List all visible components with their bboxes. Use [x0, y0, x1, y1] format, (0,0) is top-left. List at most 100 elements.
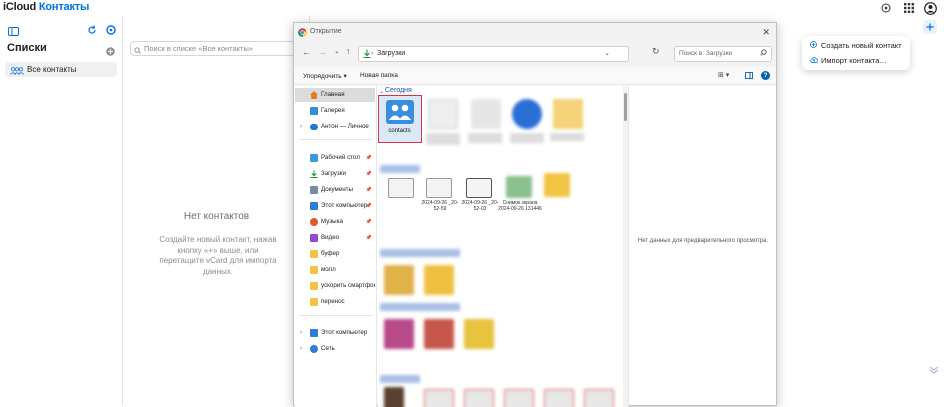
- help-icon[interactable]: ?: [761, 71, 770, 80]
- preview-pane-icon[interactable]: [745, 72, 753, 81]
- file-thumbnail[interactable]: [504, 389, 534, 407]
- address-bar[interactable]: › Загрузки ⌄: [358, 46, 629, 62]
- file-thumbnail[interactable]: [464, 319, 494, 349]
- file-list: ⌄ Сегодня contacts 2024-09-26 _20-52-59 …: [378, 85, 623, 407]
- expand-chevron-icon[interactable]: ›: [300, 342, 302, 356]
- recent-chevron-icon[interactable]: ⌄: [334, 47, 340, 55]
- pin-icon: 📌: [365, 203, 372, 209]
- menu-item-create-contact[interactable]: Создать новый контакт: [810, 41, 902, 50]
- pin-icon: 📌: [365, 171, 372, 177]
- search-input[interactable]: Поиск в списке «Все контакты»: [130, 41, 303, 56]
- collapse-corner-icon[interactable]: [928, 362, 940, 374]
- nav-item-label: молл: [321, 266, 336, 273]
- file-thumbnail[interactable]: [553, 99, 583, 129]
- scrollbar-thumb[interactable]: [624, 93, 627, 121]
- preview-message: Нет данных для предварительного просмотр…: [637, 238, 769, 244]
- nav-item-music[interactable]: Музыка 📌: [295, 215, 375, 229]
- refresh-icon[interactable]: ↻: [652, 46, 660, 57]
- sidebar-item-all-contacts[interactable]: Все контакты: [5, 62, 117, 77]
- group-header-today[interactable]: Сегодня: [385, 87, 412, 94]
- expand-chevron-icon[interactable]: ›: [300, 120, 302, 134]
- blurred-group-header: [380, 165, 420, 173]
- expand-chevron-icon[interactable]: ›: [300, 326, 302, 340]
- nav-item-home[interactable]: Главная: [295, 88, 375, 102]
- file-thumbnail[interactable]: [384, 265, 414, 295]
- file-thumbnail[interactable]: [506, 176, 532, 198]
- refresh-icon[interactable]: [87, 22, 97, 40]
- add-contact-button[interactable]: [923, 20, 937, 34]
- nav-item-label: Видео: [321, 234, 340, 241]
- blurred-label: [468, 133, 502, 143]
- dialog-search-placeholder: Поиск в: Загрузки: [679, 50, 733, 57]
- sidebar-item-label: Все контакты: [27, 65, 77, 74]
- new-folder-button[interactable]: Новая папка: [360, 72, 398, 79]
- nav-item-this-pc[interactable]: › Этот компьютер: [295, 326, 375, 340]
- file-thumbnail[interactable]: [464, 389, 494, 407]
- file-thumbnail[interactable]: [544, 173, 570, 197]
- file-thumbnail[interactable]: [424, 389, 454, 407]
- settings-icon[interactable]: [106, 22, 116, 40]
- add-menu-popup: Создать новый контакт Импорт контакта…: [802, 36, 910, 70]
- file-thumbnail[interactable]: [584, 389, 614, 407]
- file-thumbnail[interactable]: [384, 387, 404, 407]
- pin-icon: 📌: [365, 235, 372, 241]
- add-circle-icon[interactable]: [879, 1, 893, 15]
- dialog-search-input[interactable]: Поиск в: Загрузки: [674, 46, 772, 62]
- file-thumbnail[interactable]: [426, 178, 452, 198]
- navigation-pane: Главная Галерея › Антон — Личное Рабочий…: [295, 85, 377, 407]
- forward-arrow-icon[interactable]: →: [318, 47, 327, 57]
- blurred-label: [426, 133, 460, 145]
- file-thumbnail[interactable]: [544, 389, 574, 407]
- nav-item-label: Галерея: [321, 107, 345, 114]
- app-brand[interactable]: iCloud Контакты: [3, 1, 89, 13]
- file-thumbnail[interactable]: [466, 178, 492, 198]
- nav-item-video[interactable]: Видео 📌: [295, 231, 375, 245]
- nav-item-label: Главная: [321, 91, 345, 98]
- sidebar-toggle-icon[interactable]: [8, 23, 19, 41]
- view-mode-icon[interactable]: ⊞ ▾: [718, 71, 729, 79]
- nav-item-gallery[interactable]: Галерея: [295, 104, 375, 118]
- blurred-label: [550, 133, 584, 141]
- file-thumbnail[interactable]: [424, 319, 454, 349]
- nav-item-personal[interactable]: › Антон — Личное: [295, 120, 375, 134]
- video-icon: [310, 234, 318, 242]
- file-item-contacts[interactable]: contacts: [378, 95, 422, 143]
- nav-item-this-pc-pinned[interactable]: Этот компьютер 📌: [295, 199, 375, 213]
- cloud-icon: [310, 124, 318, 130]
- back-arrow-icon[interactable]: ←: [302, 47, 311, 57]
- top-bar: iCloud Контакты: [0, 0, 944, 16]
- file-thumbnail[interactable]: [471, 99, 501, 129]
- preview-pane: Нет данных для предварительного просмотр…: [628, 85, 776, 407]
- file-thumbnail[interactable]: [512, 99, 542, 129]
- network-icon: [310, 345, 318, 353]
- nav-divider: [299, 315, 373, 316]
- empty-state-title: Нет контактов: [183, 211, 250, 222]
- up-arrow-icon[interactable]: ↑: [346, 46, 351, 56]
- nav-item-desktop[interactable]: Рабочий стол 📌: [295, 151, 375, 165]
- nav-item-folder-transfer[interactable]: перенос: [295, 295, 375, 309]
- address-text: Загрузки: [377, 50, 406, 57]
- file-thumbnail[interactable]: [384, 319, 414, 349]
- file-thumbnail[interactable]: [428, 99, 458, 129]
- menu-item-import-contact[interactable]: Импорт контакта…: [810, 56, 887, 65]
- nav-item-downloads[interactable]: Загрузки 📌: [295, 167, 375, 181]
- group-collapse-icon[interactable]: ⌄: [379, 88, 384, 95]
- nav-item-documents[interactable]: Документы 📌: [295, 183, 375, 197]
- desktop-icon: [310, 154, 318, 162]
- search-icon: [134, 45, 141, 58]
- apps-grid-icon[interactable]: [902, 1, 916, 15]
- pin-icon: 📌: [365, 155, 372, 161]
- organize-button[interactable]: Упорядочить ▾: [303, 72, 347, 80]
- account-avatar-icon[interactable]: [923, 1, 937, 15]
- address-dropdown-icon[interactable]: ⌄: [604, 47, 610, 61]
- file-thumbnail[interactable]: [388, 178, 414, 198]
- music-icon: [310, 218, 318, 226]
- add-list-icon[interactable]: [106, 43, 115, 61]
- nav-item-network[interactable]: › Сеть: [295, 342, 375, 356]
- nav-item-folder-mall[interactable]: молл: [295, 263, 375, 277]
- nav-item-folder-buffer[interactable]: буфер: [295, 247, 375, 261]
- file-thumbnail[interactable]: [424, 265, 454, 295]
- close-icon[interactable]: ✕: [762, 23, 770, 41]
- nav-item-folder-speedup[interactable]: ускорить смартфон: [295, 279, 375, 293]
- nav-item-label: Рабочий стол: [321, 154, 360, 161]
